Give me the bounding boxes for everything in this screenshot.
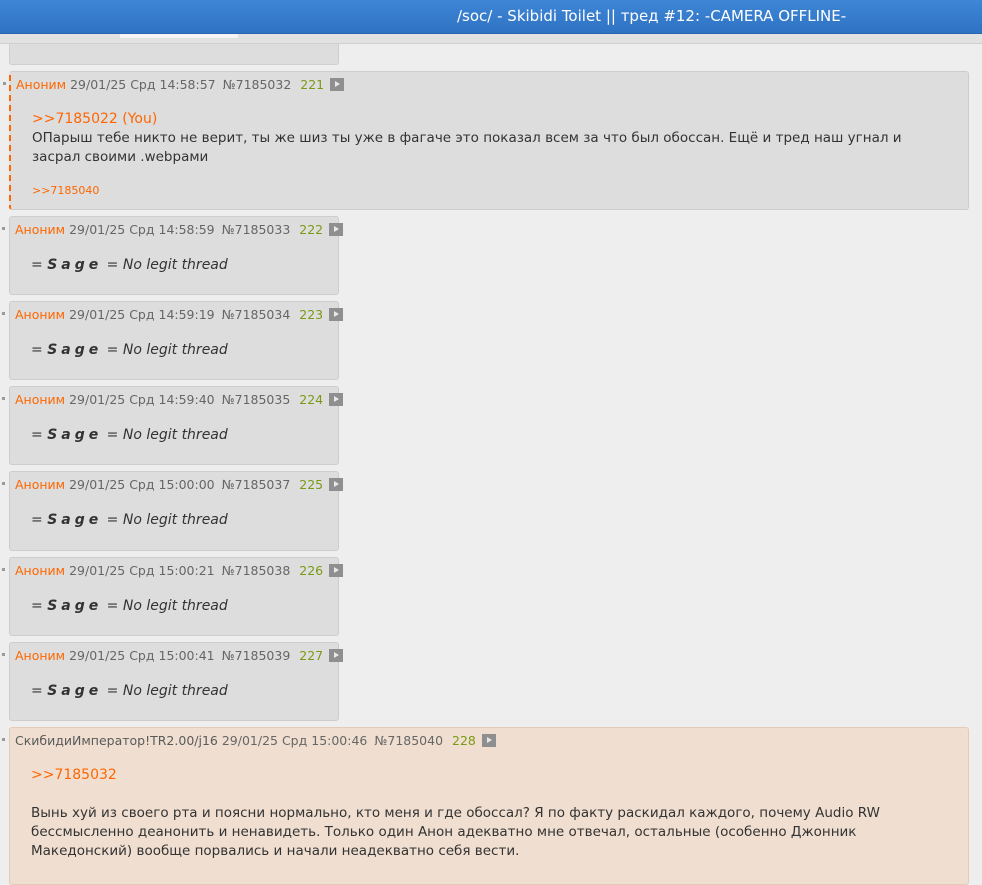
poster-name[interactable]: Аноним <box>15 392 65 407</box>
post-body: >>7185022 (You) ОПарыш тебе никто не вер… <box>32 110 948 167</box>
play-icon[interactable] <box>329 649 344 662</box>
poster-name[interactable]: Аноним <box>15 307 65 322</box>
poster-name[interactable]: Аноним <box>16 77 66 92</box>
post-count: 227 <box>299 648 324 663</box>
post-count: 228 <box>452 733 476 748</box>
play-icon[interactable] <box>329 478 344 491</box>
post-7185037: Аноним 29/01/25 Срд 15:00:00 №7185037 22… <box>2 471 344 551</box>
sage-word: Sage <box>47 683 103 699</box>
post-text: = Sage = No legit thread <box>31 512 228 528</box>
post-details: Аноним 29/01/25 Срд 15:00:21 №7185038 22… <box>15 563 344 578</box>
post-text: = Sage = No legit thread <box>31 342 228 358</box>
poster-name[interactable]: Аноним <box>15 222 65 237</box>
sage-word: Sage <box>47 427 103 443</box>
post-7185034: Аноним 29/01/25 Срд 14:59:19 №7185034 22… <box>2 301 344 380</box>
post-datetime: 29/01/25 Срд 14:58:59 <box>69 222 215 237</box>
nav-highlight <box>120 34 238 38</box>
post-details: Аноним 29/01/25 Срд 14:59:40 №7185035 22… <box>15 392 344 407</box>
post-number-link[interactable]: №7185032 <box>223 77 292 92</box>
post-datetime: 29/01/25 Срд 15:00:00 <box>69 477 215 492</box>
post-text: = Sage = No legit thread <box>31 598 228 614</box>
post-7185035: Аноним 29/01/25 Срд 14:59:40 №7185035 22… <box>2 386 344 465</box>
post-7185038: Аноним 29/01/25 Срд 15:00:21 №7185038 22… <box>2 557 344 636</box>
sage-word: Sage <box>47 257 103 273</box>
post-datetime: 29/01/25 Срд 14:58:57 <box>70 77 216 92</box>
thread-title-bar: /soc/ - Skibidi Toilet || тред #12: -CAM… <box>0 0 982 34</box>
play-icon[interactable] <box>481 734 496 747</box>
post-datetime: 29/01/25 Срд 15:00:46 <box>221 733 368 748</box>
play-icon[interactable] <box>330 78 345 91</box>
reply-link[interactable]: >>7185022 (You) <box>32 110 948 129</box>
sage-word: Sage <box>47 512 103 528</box>
poster-name[interactable]: Аноним <box>15 477 65 492</box>
post-details: Аноним 29/01/25 Срд 14:58:57 №7185032 22… <box>16 77 345 92</box>
play-icon[interactable] <box>329 223 344 236</box>
post-count: 222 <box>299 222 324 237</box>
poster-name[interactable]: Аноним <box>15 563 65 578</box>
play-icon[interactable] <box>329 308 344 321</box>
post-datetime: 29/01/25 Срд 15:00:41 <box>69 648 215 663</box>
post-count: 224 <box>299 392 324 407</box>
post-details: Аноним 29/01/25 Срд 14:59:19 №7185034 22… <box>15 307 344 322</box>
post-details: Аноним 29/01/25 Срд 15:00:00 №7185037 22… <box>15 477 344 492</box>
post-count: 223 <box>299 307 324 322</box>
nav-strip <box>0 34 982 44</box>
post-count: 226 <box>299 563 324 578</box>
post-datetime: 29/01/25 Срд 14:59:40 <box>69 392 215 407</box>
post-number-link[interactable]: №7185040 <box>374 733 443 748</box>
sage-word: Sage <box>47 598 103 614</box>
thread-title: /soc/ - Skibidi Toilet || тред #12: -CAM… <box>457 7 847 25</box>
post-details: Аноним 29/01/25 Срд 14:58:59 №7185033 22… <box>15 222 344 237</box>
post-datetime: 29/01/25 Срд 15:00:21 <box>69 563 215 578</box>
post-number-link[interactable]: №7185034 <box>222 307 291 322</box>
post-number-link[interactable]: №7185038 <box>222 563 291 578</box>
post-7185040: СкибидиИмператор!TR2.00/j16 29/01/25 Срд… <box>2 727 969 885</box>
post-number-link[interactable]: №7185039 <box>222 648 291 663</box>
post-datetime: 29/01/25 Срд 14:59:19 <box>69 307 215 322</box>
play-icon[interactable] <box>329 564 344 577</box>
reply-link[interactable]: >>7185032 <box>31 766 948 785</box>
play-icon[interactable] <box>329 393 344 406</box>
post-count: 221 <box>300 77 325 92</box>
post-details: Аноним 29/01/25 Срд 15:00:41 №7185039 22… <box>15 648 344 663</box>
post-number-link[interactable]: №7185033 <box>222 222 291 237</box>
post-7185039: Аноним 29/01/25 Срд 15:00:41 №7185039 22… <box>2 642 344 721</box>
sage-word: Sage <box>47 342 103 358</box>
post-number-link[interactable]: №7185035 <box>222 392 291 407</box>
post-7185032: Аноним 29/01/25 Срд 14:58:57 №7185032 22… <box>3 71 969 210</box>
post-text: = Sage = No legit thread <box>31 683 228 699</box>
post-details: СкибидиИмператор!TR2.00/j16 29/01/25 Срд… <box>15 734 496 748</box>
post-text: = Sage = No legit thread <box>31 427 228 443</box>
post-number-link[interactable]: №7185037 <box>222 477 291 492</box>
post-count: 225 <box>299 477 324 492</box>
poster-name[interactable]: Аноним <box>15 648 65 663</box>
post-text: ОПарыш тебе никто не верит, ты же шиз ты… <box>32 130 902 165</box>
post-text: = Sage = No legit thread <box>31 257 228 273</box>
poster-name[interactable]: СкибидиИмператор!TR2.00/j16 <box>15 733 218 748</box>
backlink[interactable]: >>7185040 <box>32 184 99 197</box>
post-body: >>7185032 Вынь хуй из своего рта и поясн… <box>31 766 948 861</box>
post-text: Вынь хуй из своего рта и поясни нормальн… <box>31 805 880 859</box>
previous-post-stub <box>9 44 339 65</box>
post-7185033: Аноним 29/01/25 Срд 14:58:59 №7185033 22… <box>2 216 344 295</box>
